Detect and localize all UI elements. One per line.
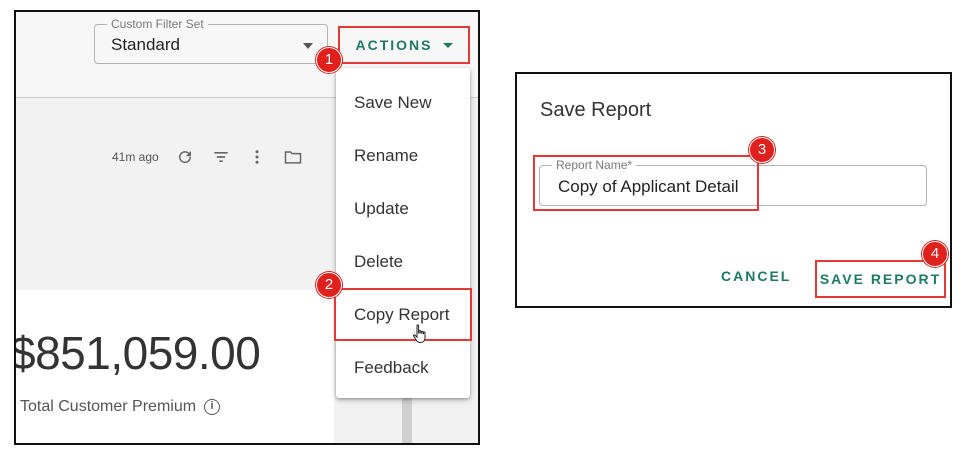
cancel-button[interactable]: CANCEL xyxy=(721,268,791,284)
scrollbar[interactable] xyxy=(402,396,412,443)
save-report-dialog: Save Report Report Name* Copy of Applica… xyxy=(515,72,952,308)
report-toolbar: 41m ago xyxy=(112,144,303,170)
menu-item-update[interactable]: Update xyxy=(336,182,470,235)
menu-item-rename[interactable]: Rename xyxy=(336,129,470,182)
folder-icon[interactable] xyxy=(283,147,303,167)
metric-card: $851,059.00 Total Customer Premium i xyxy=(14,290,334,443)
menu-item-delete[interactable]: Delete xyxy=(336,235,470,288)
metric-label-row: Total Customer Premium i xyxy=(20,398,221,416)
metric-label: Total Customer Premium xyxy=(20,398,197,415)
menu-item-save-new[interactable]: Save New xyxy=(336,76,470,129)
menu-item-label: Delete xyxy=(354,251,404,271)
menu-item-label: Feedback xyxy=(354,357,429,377)
actions-label: ACTIONS xyxy=(355,37,433,53)
filter-value: Standard xyxy=(111,35,180,54)
caret-down-icon xyxy=(303,43,313,49)
info-icon[interactable]: i xyxy=(204,399,221,415)
custom-filter-select[interactable]: Custom Filter Set Standard xyxy=(94,17,328,64)
dialog-title: Save Report xyxy=(540,99,652,121)
actions-menu: Save New Rename Update Delete Copy Repor… xyxy=(334,68,472,398)
report-page-panel: Custom Filter Set Standard ACTIONS 41m a… xyxy=(14,10,480,445)
caret-down-icon xyxy=(442,42,453,48)
actions-button[interactable]: ACTIONS xyxy=(338,26,470,64)
field-highlight xyxy=(533,155,759,211)
menu-item-label: Save New xyxy=(354,92,432,112)
metric-value: $851,059.00 xyxy=(14,327,261,379)
step-badge-3: 3 xyxy=(749,137,775,163)
menu-item-feedback[interactable]: Feedback xyxy=(336,341,470,394)
filter-icon[interactable] xyxy=(211,147,231,167)
menu-item-label: Update xyxy=(354,198,409,218)
step-badge-2: 2 xyxy=(316,272,342,298)
more-vert-icon[interactable] xyxy=(247,147,267,167)
refresh-icon[interactable] xyxy=(175,147,195,167)
step-badge-1: 1 xyxy=(316,47,342,73)
menu-item-copy-report[interactable]: Copy Report xyxy=(334,288,472,343)
filter-label: Custom Filter Set xyxy=(107,17,208,31)
last-refreshed-text: 41m ago xyxy=(112,150,159,164)
save-report-label: SAVE REPORT xyxy=(819,271,942,287)
menu-item-label: Copy Report xyxy=(354,304,450,324)
step-badge-4: 4 xyxy=(922,241,948,267)
menu-item-label: Rename xyxy=(354,145,419,165)
save-report-button[interactable]: SAVE REPORT xyxy=(815,260,946,298)
